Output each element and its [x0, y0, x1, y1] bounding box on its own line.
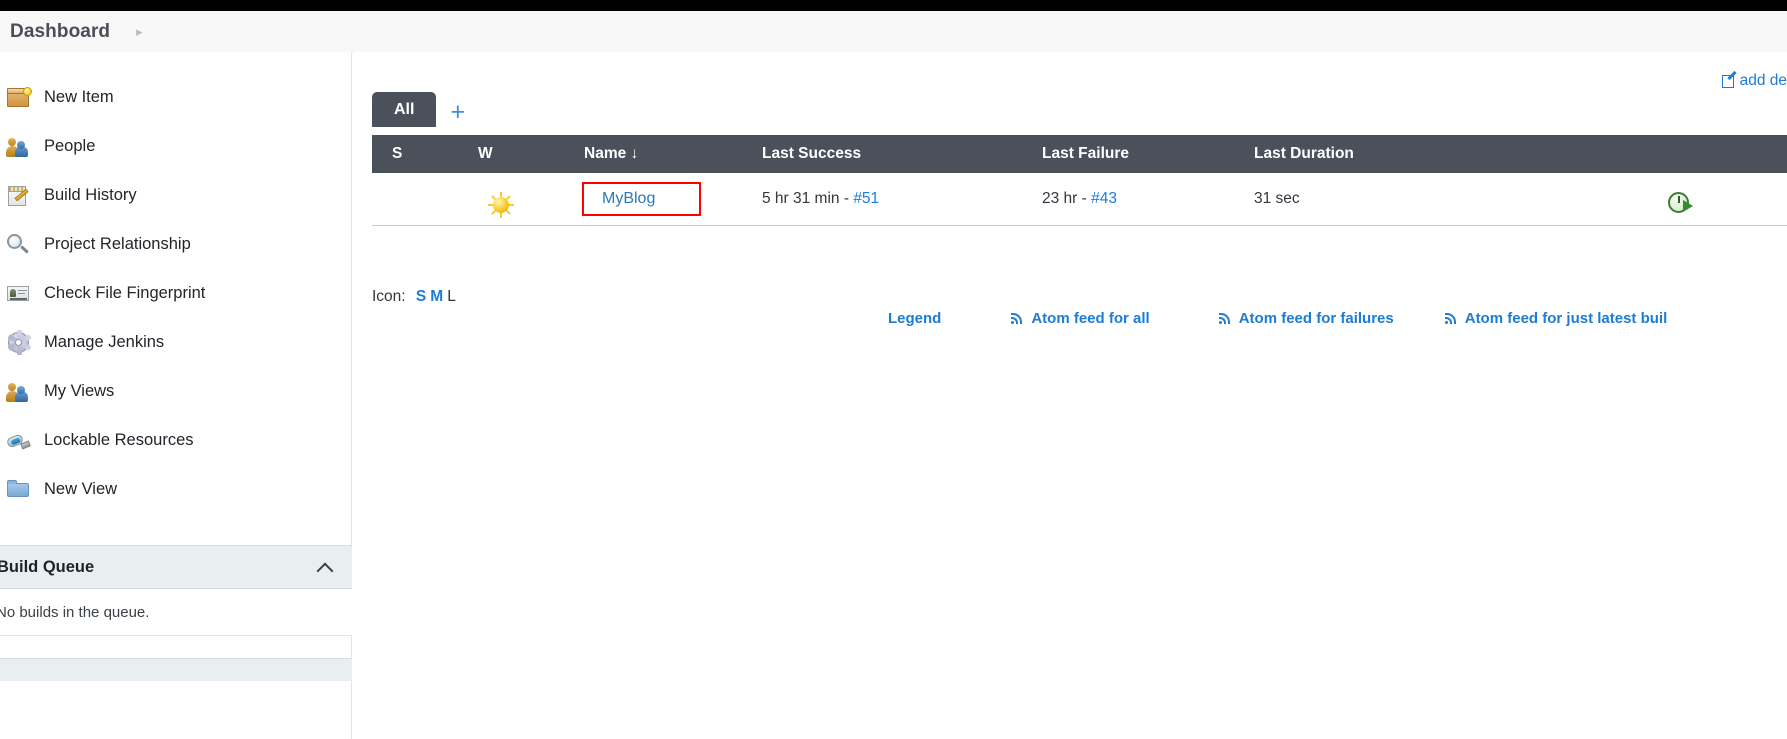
job-link-myblog[interactable]: MyBlog [602, 190, 655, 207]
sidebar-item-check-file-fingerprint[interactable]: Check File Fingerprint [0, 269, 351, 318]
icon-size-option-m[interactable]: M [430, 288, 443, 305]
last-success-build-link[interactable]: #51 [853, 190, 879, 207]
browser-top-strip [0, 0, 1787, 11]
icon-size-option-l[interactable]: L [447, 288, 456, 305]
last-success-relative-time: 5 hr 31 min - [762, 190, 854, 207]
build-queue-title: Build Queue [0, 557, 95, 576]
last-failure-build-link[interactable]: #43 [1091, 190, 1117, 207]
jobs-table-body: MyBlog 5 hr 31 min - #51 23 hr - #43 31 … [372, 173, 1787, 226]
edit-pencil-icon [1721, 70, 1737, 89]
sidebar-item-label: Project Relationship [44, 235, 191, 253]
folder-icon [6, 477, 32, 503]
icon-size-selector: Icon: SML [372, 288, 456, 306]
page-body: New Item People Build History Project Re… [0, 52, 1787, 739]
usb-stick-icon [5, 428, 32, 454]
magnifier-icon [6, 232, 32, 258]
column-header-last-failure[interactable]: Last Failure [1042, 135, 1254, 173]
tab-all[interactable]: All [372, 92, 437, 127]
job-name-highlight-box: MyBlog [582, 182, 702, 216]
sidebar-item-label: My Views [44, 382, 115, 400]
build-queue-header[interactable]: Build Queue [0, 545, 352, 589]
atom-feed-all-link[interactable]: Atom feed for all [1009, 310, 1150, 327]
column-header-weather[interactable]: W [478, 135, 584, 173]
add-description-label: add de [1739, 72, 1787, 89]
sidebar-item-my-views[interactable]: My Views [0, 367, 351, 416]
icon-size-option-s[interactable]: S [416, 288, 426, 305]
sidebar-item-label: Lockable Resources [44, 431, 194, 449]
rss-icon [1217, 311, 1232, 326]
sidebar: New Item People Build History Project Re… [0, 52, 352, 739]
cell-last-failure: 23 hr - #43 [1042, 173, 1254, 226]
main-content: add de All + S W Name ↓ Last Success Las… [353, 52, 1787, 739]
sidebar-item-label: New Item [44, 88, 114, 106]
build-queue-empty-message: No builds in the queue. [0, 589, 352, 636]
id-card-icon [6, 281, 32, 307]
notepad-pencil-icon [6, 183, 32, 209]
last-duration-value: 31 sec [1254, 190, 1300, 207]
sidebar-item-project-relationship[interactable]: Project Relationship [0, 220, 351, 269]
atom-feed-failures-label: Atom feed for failures [1238, 310, 1394, 327]
feeds-row: Legend Atom feed for all Atom feed for f… [353, 310, 1787, 327]
cell-last-success: 5 hr 31 min - #51 [762, 173, 1042, 226]
sidebar-item-label: New View [44, 480, 118, 498]
add-view-button[interactable]: + [436, 100, 479, 127]
add-description-link[interactable]: add de [1721, 70, 1787, 90]
rss-icon [1009, 311, 1024, 326]
breadcrumb-chevron-icon[interactable]: ▸ [136, 25, 143, 38]
atom-feed-latest-builds-link[interactable]: Atom feed for just latest buil [1443, 310, 1668, 327]
sidebar-item-build-history[interactable]: Build History [0, 171, 351, 220]
icon-size-label: Icon: [372, 288, 406, 305]
sidebar-item-label: Build History [44, 186, 137, 204]
sidebar-item-new-view[interactable]: New View [0, 465, 351, 514]
column-header-last-success[interactable]: Last Success [762, 135, 1042, 173]
sidebar-item-new-item[interactable]: New Item [0, 73, 351, 122]
page-title[interactable]: Dashboard [10, 21, 110, 43]
build-queue-panel: Build Queue No builds in the queue. [0, 545, 352, 681]
sidebar-nav: New Item People Build History Project Re… [0, 52, 351, 514]
column-header-actions [1544, 135, 1787, 173]
sidebar-item-label: Manage Jenkins [44, 333, 165, 351]
view-tabs: All + [372, 92, 479, 127]
atom-feed-all-label: Atom feed for all [1031, 310, 1150, 327]
sidebar-item-label: Check File Fingerprint [44, 284, 206, 302]
legend-link[interactable]: Legend [888, 310, 941, 327]
last-failure-relative-time: 23 hr - [1042, 190, 1092, 207]
atom-feed-latest-builds-label: Atom feed for just latest buil [1464, 310, 1668, 327]
cell-last-duration: 31 sec [1254, 173, 1544, 226]
cell-actions [1544, 173, 1787, 226]
cell-name: MyBlog [582, 173, 762, 226]
cell-status [372, 173, 478, 226]
column-header-last-duration[interactable]: Last Duration [1254, 135, 1544, 173]
gear-icon [6, 329, 32, 356]
table-row: MyBlog 5 hr 31 min - #51 23 hr - #43 31 … [372, 173, 1787, 226]
atom-feed-failures-link[interactable]: Atom feed for failures [1217, 310, 1394, 327]
rss-icon [1443, 311, 1458, 326]
table-header-row: S W Name ↓ Last Success Last Failure Las… [372, 135, 1787, 173]
jobs-table-header: S W Name ↓ Last Success Last Failure Las… [372, 135, 1787, 173]
people-icon [6, 379, 32, 405]
column-header-name[interactable]: Name ↓ [584, 135, 762, 173]
people-icon [6, 134, 32, 160]
sidebar-item-manage-jenkins[interactable]: Manage Jenkins [0, 318, 351, 367]
jobs-table: S W Name ↓ Last Success Last Failure Las… [372, 135, 1787, 226]
sidebar-item-people[interactable]: People [0, 122, 351, 171]
sidebar-item-lockable-resources[interactable]: Lockable Resources [0, 416, 351, 465]
chevron-up-icon[interactable] [318, 560, 333, 575]
cell-weather [478, 173, 584, 226]
breadcrumb: Dashboard ▸ [0, 11, 1787, 53]
build-executor-panel-header[interactable] [0, 658, 352, 681]
new-item-box-icon [6, 85, 32, 111]
column-header-status[interactable]: S [372, 135, 478, 173]
sidebar-item-label: People [44, 137, 96, 155]
